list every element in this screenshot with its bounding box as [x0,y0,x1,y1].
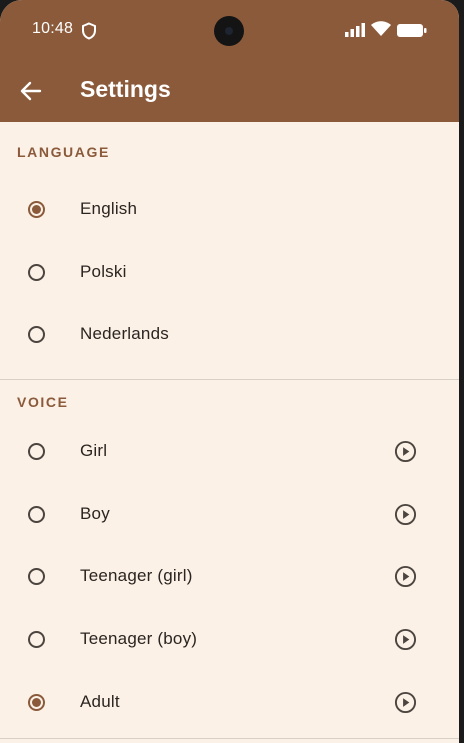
radio-unselected[interactable] [28,443,45,460]
language-section: LANGUAGE English Polski Nederlands [0,122,459,381]
option-label: Adult [80,691,120,711]
battery-icon [397,24,427,37]
radio-unselected[interactable] [28,263,45,281]
radio-selected[interactable] [28,693,45,711]
radio-unselected[interactable] [28,631,45,649]
option-label: Teenager (girl) [80,566,193,586]
language-option-english[interactable]: English [0,180,459,243]
voice-header: VOICE [17,394,69,410]
status-bar: 10:48 [0,0,459,60]
app-bar: 10:48 Settings [0,0,459,122]
option-label: Girl [80,441,108,460]
language-option-polski[interactable]: Polski [0,243,459,306]
option-label: Polski [80,261,127,281]
play-icon[interactable] [394,691,417,714]
back-arrow-icon[interactable] [20,80,42,102]
signal-icon [345,23,365,37]
wifi-icon [371,21,391,36]
shield-icon [82,22,96,40]
screen: 10:48 Settings LANGUAGE English Polski N… [0,0,459,743]
radio-unselected[interactable] [28,568,45,586]
radio-selected[interactable] [28,201,45,218]
option-label: Boy [80,503,110,523]
play-icon[interactable] [394,440,417,463]
play-icon[interactable] [394,503,417,526]
language-header: LANGUAGE [17,144,110,160]
play-icon[interactable] [394,565,417,588]
voice-option-adult[interactable]: Adult [0,673,459,736]
page-title: Settings [80,76,171,102]
voice-section: VOICE Girl Boy Teenager (girl) Teenager … [0,364,459,735]
language-option-nederlands[interactable]: Nederlands [0,305,459,368]
voice-option-teenager-boy[interactable]: Teenager (boy) [0,610,459,673]
voice-option-girl[interactable]: Girl [0,422,459,485]
radio-unselected[interactable] [28,505,45,523]
option-label: Teenager (boy) [80,629,198,649]
voice-option-boy[interactable]: Boy [0,485,459,548]
play-icon[interactable] [394,628,417,651]
bottom-divider [0,738,459,739]
status-time: 10:48 [32,20,74,37]
camera-cutout [214,16,244,46]
radio-unselected[interactable] [28,326,45,344]
option-label: Nederlands [80,324,169,344]
voice-option-teenager-girl[interactable]: Teenager (girl) [0,547,459,610]
option-label: English [80,199,138,218]
